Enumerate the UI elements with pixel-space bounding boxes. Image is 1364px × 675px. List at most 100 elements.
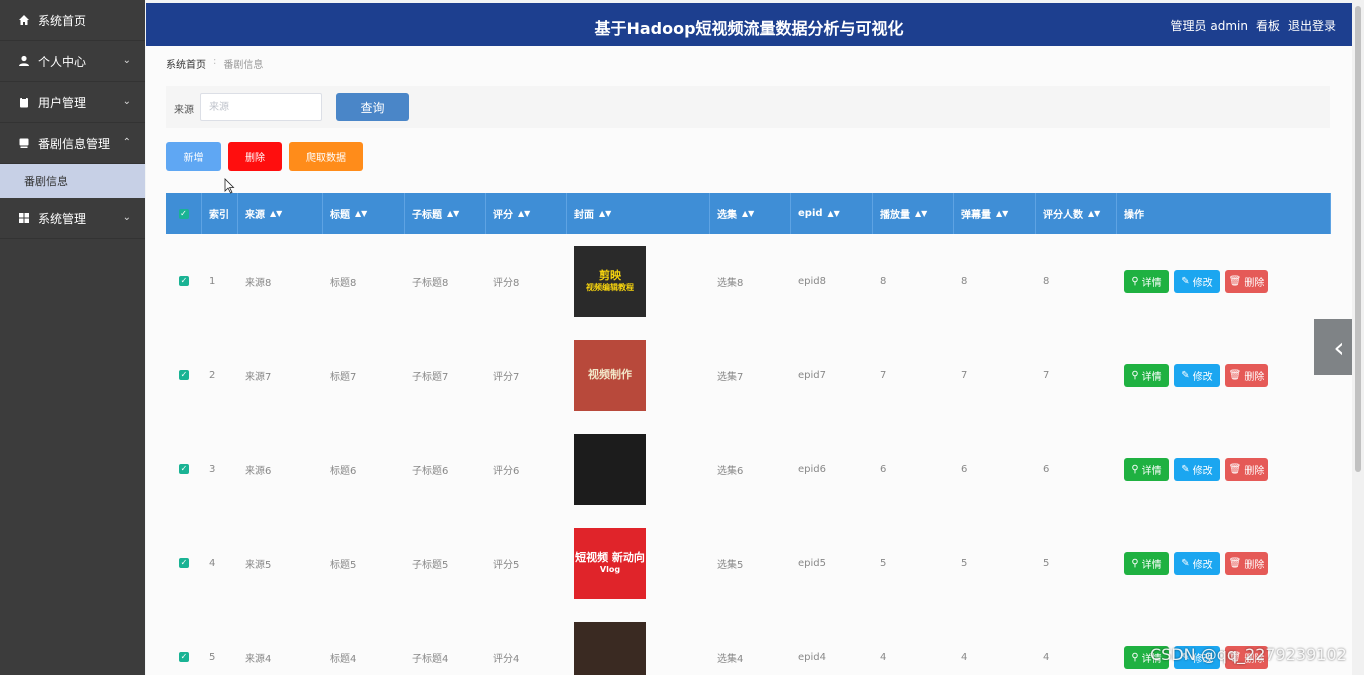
edit-button[interactable]: ✎ 修改	[1174, 363, 1220, 387]
col-header-plays[interactable]: 播放量 ▲▼	[873, 193, 954, 234]
sort-icon[interactable]: ▲▼	[355, 209, 367, 218]
row-checkbox[interactable]: ✓	[166, 610, 202, 675]
delete-row-button[interactable]: 🗑 删除	[1225, 269, 1268, 293]
col-header-actions: 操作	[1117, 193, 1331, 234]
cell-epid: epid5	[798, 557, 826, 569]
top-header: 基于Hadoop短视频流量数据分析与可视化 管理员 admin 看板 退出登录	[146, 3, 1352, 46]
sort-icon[interactable]: ▲▼	[270, 209, 282, 218]
row-checkbox[interactable]: ✓	[166, 234, 202, 328]
cell-epid: epid7	[798, 369, 826, 381]
table-body: ✓ 1 来源8 标题8 子标题8 评分8 剪映 视频编辑教程 选集8 epid8 8 8 8 ⚲ 详情 ✎ 修改…	[166, 234, 1331, 675]
table-row: ✓ 1 来源8 标题8 子标题8 评分8 剪映 视频编辑教程 选集8 epid8 8 8 8 ⚲ 详情 ✎ 修改…	[166, 234, 1331, 328]
batch-delete-button[interactable]: 删除	[228, 142, 282, 171]
checkbox-checked-icon: ✓	[178, 208, 189, 219]
cell-source: 来源8	[245, 277, 272, 289]
main-content: 系统首页 : 番剧信息 来源 查询 新增 删除 爬取数据 ✓ 索引 来源▲▼ 标…	[146, 46, 1352, 675]
table-row: ✓ 5 来源4 标题4 子标题4 评分4 选集4 epid4 4 4 4 ⚲ 详情 ✎ 修改 🗑 删除	[166, 610, 1331, 675]
cell-episode: 选集8	[717, 277, 744, 289]
sidebar-item-label: 系统管理	[38, 211, 87, 226]
breadcrumb-home[interactable]: 系统首页	[166, 56, 206, 71]
row-checkbox[interactable]: ✓	[166, 516, 202, 610]
page-scrollbar[interactable]	[1352, 0, 1364, 675]
tablet-icon	[18, 137, 30, 149]
cell-subtitle: 子标题6	[412, 465, 449, 477]
col-header-score[interactable]: 评分 ▲▼	[486, 193, 567, 234]
col-header-raters[interactable]: 评分人数 ▲▼	[1036, 193, 1117, 234]
detail-button[interactable]: ⚲ 详情	[1124, 551, 1169, 575]
cover-image[interactable]	[574, 621, 646, 675]
cover-subtitle: Vlog	[599, 564, 621, 574]
cover-image[interactable]: 短视频 新动向 Vlog	[574, 527, 646, 599]
sidebar-subitem-drama-info[interactable]: 番剧信息	[0, 164, 145, 198]
edit-button[interactable]: ✎ 修改	[1174, 551, 1220, 575]
cell-subtitle: 子标题4	[412, 653, 449, 665]
search-icon: ⚲	[1131, 275, 1139, 287]
row-checkbox[interactable]: ✓	[166, 328, 202, 422]
sort-icon[interactable]: ▲▼	[828, 209, 840, 218]
select-all-checkbox[interactable]: ✓	[166, 193, 202, 234]
detail-button[interactable]: ⚲ 详情	[1124, 269, 1169, 293]
delete-row-button[interactable]: 🗑 删除	[1225, 457, 1268, 481]
sort-icon[interactable]: ▲▼	[915, 209, 927, 218]
sort-icon[interactable]: ▲▼	[1088, 209, 1100, 218]
cover-title: 短视频 新动向	[575, 550, 645, 564]
sidebar-item-drama-management[interactable]: 番剧信息管理 ⌃	[0, 123, 145, 164]
sidebar-item-profile[interactable]: 个人中心 ⌄	[0, 41, 145, 82]
home-icon	[18, 14, 30, 26]
delete-row-button[interactable]: 🗑 删除	[1225, 363, 1268, 387]
source-search-input[interactable]	[200, 93, 322, 121]
col-header-source[interactable]: 来源 ▲▼	[238, 193, 323, 234]
col-header-cover[interactable]: 封面 ▲▼	[567, 193, 710, 234]
detail-button[interactable]: ⚲ 详情	[1124, 457, 1169, 481]
cover-image[interactable]: 视频制作	[574, 339, 646, 411]
query-button[interactable]: 查询	[336, 93, 409, 121]
scrollbar-thumb[interactable]	[1355, 6, 1361, 472]
edit-button[interactable]: ✎ 修改	[1174, 457, 1220, 481]
col-header-epid[interactable]: epid ▲▼	[791, 193, 873, 234]
add-button[interactable]: 新增	[166, 142, 221, 171]
edit-button[interactable]: ✎ 修改	[1174, 269, 1220, 293]
sort-icon[interactable]: ▲▼	[742, 209, 754, 218]
col-header-danmaku[interactable]: 弹幕量 ▲▼	[954, 193, 1036, 234]
cell-epid: epid4	[798, 651, 826, 663]
sidebar-item-system[interactable]: 系统管理 ⌄	[0, 198, 145, 239]
sort-icon[interactable]: ▲▼	[447, 209, 459, 218]
cover-title: 剪映	[599, 268, 621, 282]
cell-episode: 选集6	[717, 465, 744, 477]
cell-title: 标题7	[330, 371, 357, 383]
cell-index: 5	[209, 651, 216, 663]
crawl-data-button[interactable]: 爬取数据	[289, 142, 363, 171]
cell-danmaku: 6	[961, 463, 968, 475]
sort-icon[interactable]: ▲▼	[599, 209, 611, 218]
sort-icon[interactable]: ▲▼	[518, 209, 530, 218]
logout-link[interactable]: 退出登录	[1288, 17, 1336, 34]
cell-subtitle: 子标题5	[412, 559, 449, 571]
sidebar-item-label: 系统首页	[38, 13, 87, 28]
sort-icon[interactable]: ▲▼	[996, 209, 1008, 218]
detail-button[interactable]: ⚲ 详情	[1124, 363, 1169, 387]
sidebar-item-users[interactable]: 用户管理 ⌄	[0, 82, 145, 123]
sidebar-item-label: 个人中心	[38, 54, 87, 69]
col-header-episode[interactable]: 选集 ▲▼	[710, 193, 791, 234]
header-user-area: 管理员 admin 看板 退出登录	[1171, 17, 1336, 34]
cell-cover	[567, 422, 710, 516]
sidebar-item-home[interactable]: 系统首页	[0, 0, 145, 41]
table-header: ✓ 索引 来源 ▲▼ 标题 ▲▼ 子标题 ▲▼ 评分 ▲▼ 封面 ▲▼ 选集 ▲▼ epid…	[166, 193, 1331, 234]
cell-cover: 短视频 新动向 Vlog	[567, 516, 710, 610]
cell-actions: ⚲ 详情 ✎ 修改 🗑 删除	[1117, 422, 1331, 516]
table-row: ✓ 4 来源5 标题5 子标题5 评分5 短视频 新动向 Vlog 选集5 epid5 5 5 5 ⚲ 详情…	[166, 516, 1331, 610]
trash-icon: 🗑	[1228, 275, 1242, 287]
cell-raters: 6	[1043, 463, 1050, 475]
cell-score: 评分8	[493, 277, 520, 289]
cover-image[interactable]: 剪映 视频编辑教程	[574, 245, 646, 317]
user-icon	[18, 55, 30, 67]
delete-row-button[interactable]: 🗑 删除	[1225, 551, 1268, 575]
cell-episode: 选集4	[717, 653, 744, 665]
col-header-subtitle[interactable]: 子标题 ▲▼	[405, 193, 486, 234]
row-checkbox[interactable]: ✓	[166, 422, 202, 516]
col-header-title[interactable]: 标题 ▲▼	[323, 193, 405, 234]
cell-index: 4	[209, 557, 216, 569]
board-link[interactable]: 看板	[1256, 17, 1280, 34]
trash-icon: 🗑	[1228, 369, 1242, 381]
cover-image[interactable]	[574, 433, 646, 505]
